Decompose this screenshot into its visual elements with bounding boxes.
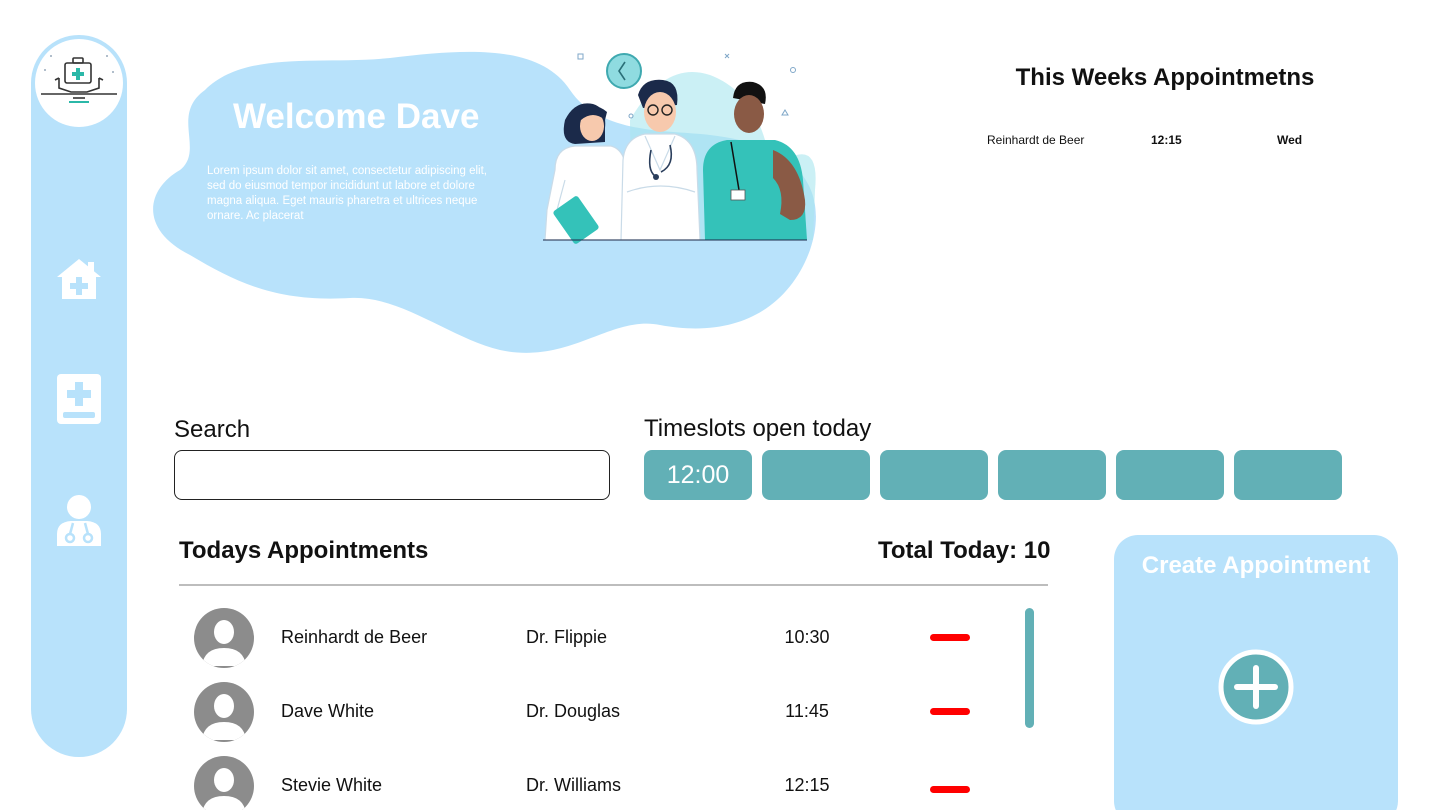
timeslot-button-1[interactable]: 12:00 <box>644 450 752 500</box>
timeslot-button-5[interactable] <box>1116 450 1224 500</box>
appointment-time: 11:45 <box>785 701 829 721</box>
timeslots-label: Timeslots open today <box>644 415 872 442</box>
timeslot-button-4[interactable] <box>998 450 1106 500</box>
remove-appointment-button[interactable] <box>930 634 970 641</box>
plus-circle-icon[interactable] <box>1218 649 1294 725</box>
timeslot-button-3[interactable] <box>880 450 988 500</box>
patient-name: Reinhardt de Beer <box>281 627 428 647</box>
appointments-scrollbar[interactable] <box>1025 608 1034 728</box>
doctor-icon <box>57 495 101 546</box>
appointment-row[interactable]: Stevie White Dr. Williams 12:15 <box>0 756 1060 810</box>
avatar <box>194 608 254 668</box>
week-appointment-day: Wed <box>1277 133 1303 147</box>
create-appointment-card[interactable]: Create Appointment <box>1114 535 1398 810</box>
avatar <box>194 756 254 810</box>
create-appointment-title: Create Appointment <box>1141 552 1371 579</box>
welcome-body: Lorem ipsum dolor sit amet, consectetur … <box>207 165 487 222</box>
app-logo[interactable] <box>35 39 123 127</box>
home-icon <box>57 259 101 299</box>
user-silhouette-icon <box>202 620 246 666</box>
welcome-title: Welcome Dave <box>233 97 480 136</box>
sidebar-item-home[interactable] <box>53 253 105 305</box>
appointment-time: 12:15 <box>784 775 830 795</box>
week-appointment-time: 12:15 <box>1151 133 1182 147</box>
user-silhouette-icon <box>202 768 246 810</box>
total-today-label: Total Today: 10 <box>878 537 1051 564</box>
todays-appointments-title: Todays Appointments <box>179 537 429 564</box>
remove-appointment-button[interactable] <box>930 786 970 793</box>
user-silhouette-icon <box>202 694 246 740</box>
sidebar-item-records[interactable] <box>53 373 105 425</box>
doctor-name: Dr. Douglas <box>526 701 621 721</box>
appointment-row[interactable]: Reinhardt de Beer Dr. Flippie 10:30 <box>0 608 1060 668</box>
medical-book-icon <box>57 374 101 424</box>
remove-appointment-button[interactable] <box>930 708 970 715</box>
patient-name: Stevie White <box>281 775 383 795</box>
doctor-name: Dr. Williams <box>526 775 621 795</box>
timeslot-button-6[interactable] <box>1234 450 1342 500</box>
week-appointment-row[interactable]: Reinhardt de Beer 12:15 Wed <box>987 133 1347 149</box>
timeslot-button-2[interactable] <box>762 450 870 500</box>
appointment-row[interactable]: Dave White Dr. Douglas 11:45 <box>0 682 1060 742</box>
medical-monitor-logo-icon <box>41 55 117 103</box>
week-appointment-name: Reinhardt de Beer <box>987 133 1085 147</box>
search-input[interactable] <box>174 450 610 500</box>
section-divider <box>179 584 1048 586</box>
doctor-name: Dr. Flippie <box>526 627 608 647</box>
week-appointments-title: This Weeks Appointmetns <box>1015 64 1315 91</box>
avatar <box>194 682 254 742</box>
search-label: Search <box>174 416 251 443</box>
patient-name: Dave White <box>281 701 375 721</box>
sidebar-item-doctors[interactable] <box>53 495 105 547</box>
three-doctors-illustration <box>543 53 816 244</box>
appointment-time: 10:30 <box>784 627 830 647</box>
